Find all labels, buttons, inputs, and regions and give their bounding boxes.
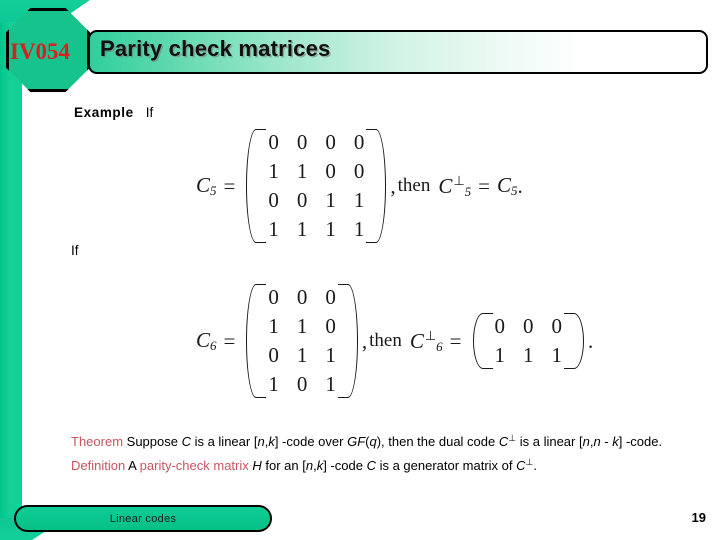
theorem-dual-c: C — [498, 433, 509, 449]
c6-period: . — [588, 328, 594, 353]
perp-icon: ⊥ — [508, 433, 517, 443]
definition-text-a: A — [125, 457, 140, 473]
theorem-text-b: is a linear [ — [190, 433, 258, 449]
matrix-row: 1 1 1 1 — [259, 215, 373, 244]
matrix-paren-left — [244, 283, 267, 399]
definition-dual-c: C — [516, 457, 526, 473]
theorem-var-c: C — [181, 433, 191, 449]
theorem-text-a: Suppose — [123, 433, 182, 449]
matrix-row: 1 0 1 — [259, 370, 345, 399]
c6-dual-matrix: 0 0 0 1 1 1 — [471, 312, 587, 370]
left-accent-bar — [0, 0, 22, 540]
theorem-gf: GF — [347, 433, 366, 449]
matrix-row: 0 0 0 0 — [259, 128, 373, 157]
theorem-definition-block: Theorem Suppose C is a linear [n,k] -cod… — [71, 428, 691, 476]
c5-dual-equals: = — [478, 173, 491, 198]
matrix-cell: 1 — [325, 217, 336, 241]
matrix-paren-right — [337, 283, 360, 399]
theorem-line: Theorem Suppose C is a linear [n,k] -cod… — [71, 433, 663, 449]
definition-text-c: ] -code — [323, 457, 367, 473]
definition-var-h: H — [252, 457, 262, 473]
definition-text-d: is a generator matrix of — [375, 457, 517, 473]
matrix-row: 0 0 1 1 — [259, 186, 373, 215]
octagon-badge-label: IV054 — [10, 39, 71, 64]
matrix-paren-right — [366, 128, 388, 244]
c6-dual-equals: = — [449, 328, 462, 353]
c6-symbol: C6 — [196, 328, 217, 353]
c5-then: then — [397, 175, 431, 196]
theorem-var-n3: n — [593, 433, 601, 449]
c6-then: then — [369, 330, 402, 351]
theorem-text-f: is a linear [ — [516, 433, 583, 449]
c5-matrix: 0 0 0 0 1 1 0 0 0 0 1 1 1 1 1 1 — [244, 128, 388, 244]
definition-line: Definition A parity-check matrix H for a… — [71, 452, 691, 476]
theorem-text-c: ] -code over — [274, 433, 348, 449]
perp-icon: ⊥ — [453, 172, 465, 188]
definition-var-c: C — [366, 457, 376, 473]
matrix-cell: 0 — [296, 285, 308, 309]
definition-keyword: Definition — [71, 457, 126, 473]
theorem-text-e: ), then the dual code — [376, 433, 499, 449]
matrix-grid: 0 0 0 0 1 1 0 0 0 0 1 1 1 1 1 1 — [259, 128, 373, 244]
theorem-keyword: Theorem — [71, 433, 124, 449]
footer-section-button[interactable]: Linear codes — [14, 505, 272, 532]
definition-var-n: n — [305, 457, 314, 473]
matrix-cell: 1 — [325, 188, 336, 212]
definition-phrase: parity-check matrix — [139, 457, 249, 473]
slide-canvas: IV054 Parity check matrices Example If C5… — [0, 0, 720, 540]
matrix-cell: 0 — [325, 159, 336, 183]
matrix-row: 1 1 0 — [259, 312, 345, 341]
example-line: Example If — [74, 105, 153, 120]
theorem-var-n: n — [257, 433, 265, 449]
matrix-paren-right — [564, 312, 586, 370]
perp-icon: ⊥ — [424, 327, 437, 343]
matrix-paren-left — [471, 312, 493, 370]
matrix-row: 0 0 0 — [259, 283, 345, 312]
matrix-cell: 1 — [296, 217, 308, 241]
footer-section-label: Linear codes — [109, 512, 177, 525]
theorem-var-q: q — [369, 433, 377, 449]
matrix-grid: 0 0 0 1 1 0 0 1 1 1 0 1 — [259, 283, 345, 399]
matrix-cell: 1 — [523, 343, 534, 367]
second-condition-line: If — [71, 243, 79, 258]
matrix-row: 0 0 0 — [486, 312, 572, 341]
theorem-minus: - — [600, 433, 613, 449]
matrix-cell: 1 — [296, 159, 308, 183]
matrix-row: 0 1 1 — [259, 341, 345, 370]
page-number: 19 — [691, 510, 706, 525]
definition-period: . — [533, 457, 537, 473]
definition-text-b: for an [ — [261, 457, 306, 473]
matrix-cell: 1 — [296, 343, 308, 367]
matrix-cell: 0 — [296, 130, 308, 154]
theorem-text-end: ] -code. — [618, 433, 663, 449]
page-title: Parity check matrices — [100, 36, 331, 61]
c6-equals: = — [223, 328, 236, 353]
matrix-cell: 0 — [296, 372, 308, 396]
matrix-cell: 0 — [325, 130, 336, 154]
matrix-grid: 0 0 0 1 1 1 — [486, 312, 572, 370]
c6-dual-symbol: C⊥6 — [409, 327, 443, 354]
c5-symbol: C5 — [196, 173, 217, 198]
example-keyword: Example — [74, 105, 134, 120]
c5-period: . — [517, 173, 523, 198]
c6-comma: , — [361, 328, 368, 353]
c5-comma: , — [390, 173, 396, 198]
theorem-var-n2: n — [582, 433, 590, 449]
matrix-cell: 0 — [523, 314, 534, 338]
c5-dual-value: C5 — [497, 173, 518, 198]
matrix-cell: 1 — [296, 314, 308, 338]
matrix-row: 1 1 1 — [486, 341, 572, 370]
c6-matrix: 0 0 0 1 1 0 0 1 1 1 0 1 — [244, 283, 360, 399]
c5-equals: = — [223, 173, 236, 198]
matrix-cell: 0 — [296, 188, 308, 212]
equation-c5: C5 = 0 0 0 0 1 1 0 0 0 0 1 1 1 1 1 1 , t… — [196, 128, 523, 244]
equation-c6: C6 = 0 0 0 1 1 0 0 1 1 1 0 1 , then C⊥6 … — [196, 283, 593, 399]
matrix-row: 1 1 0 0 — [259, 157, 373, 186]
c5-dual-symbol: C⊥5 — [438, 172, 472, 199]
example-condition: If — [145, 105, 154, 120]
matrix-paren-left — [244, 128, 267, 244]
